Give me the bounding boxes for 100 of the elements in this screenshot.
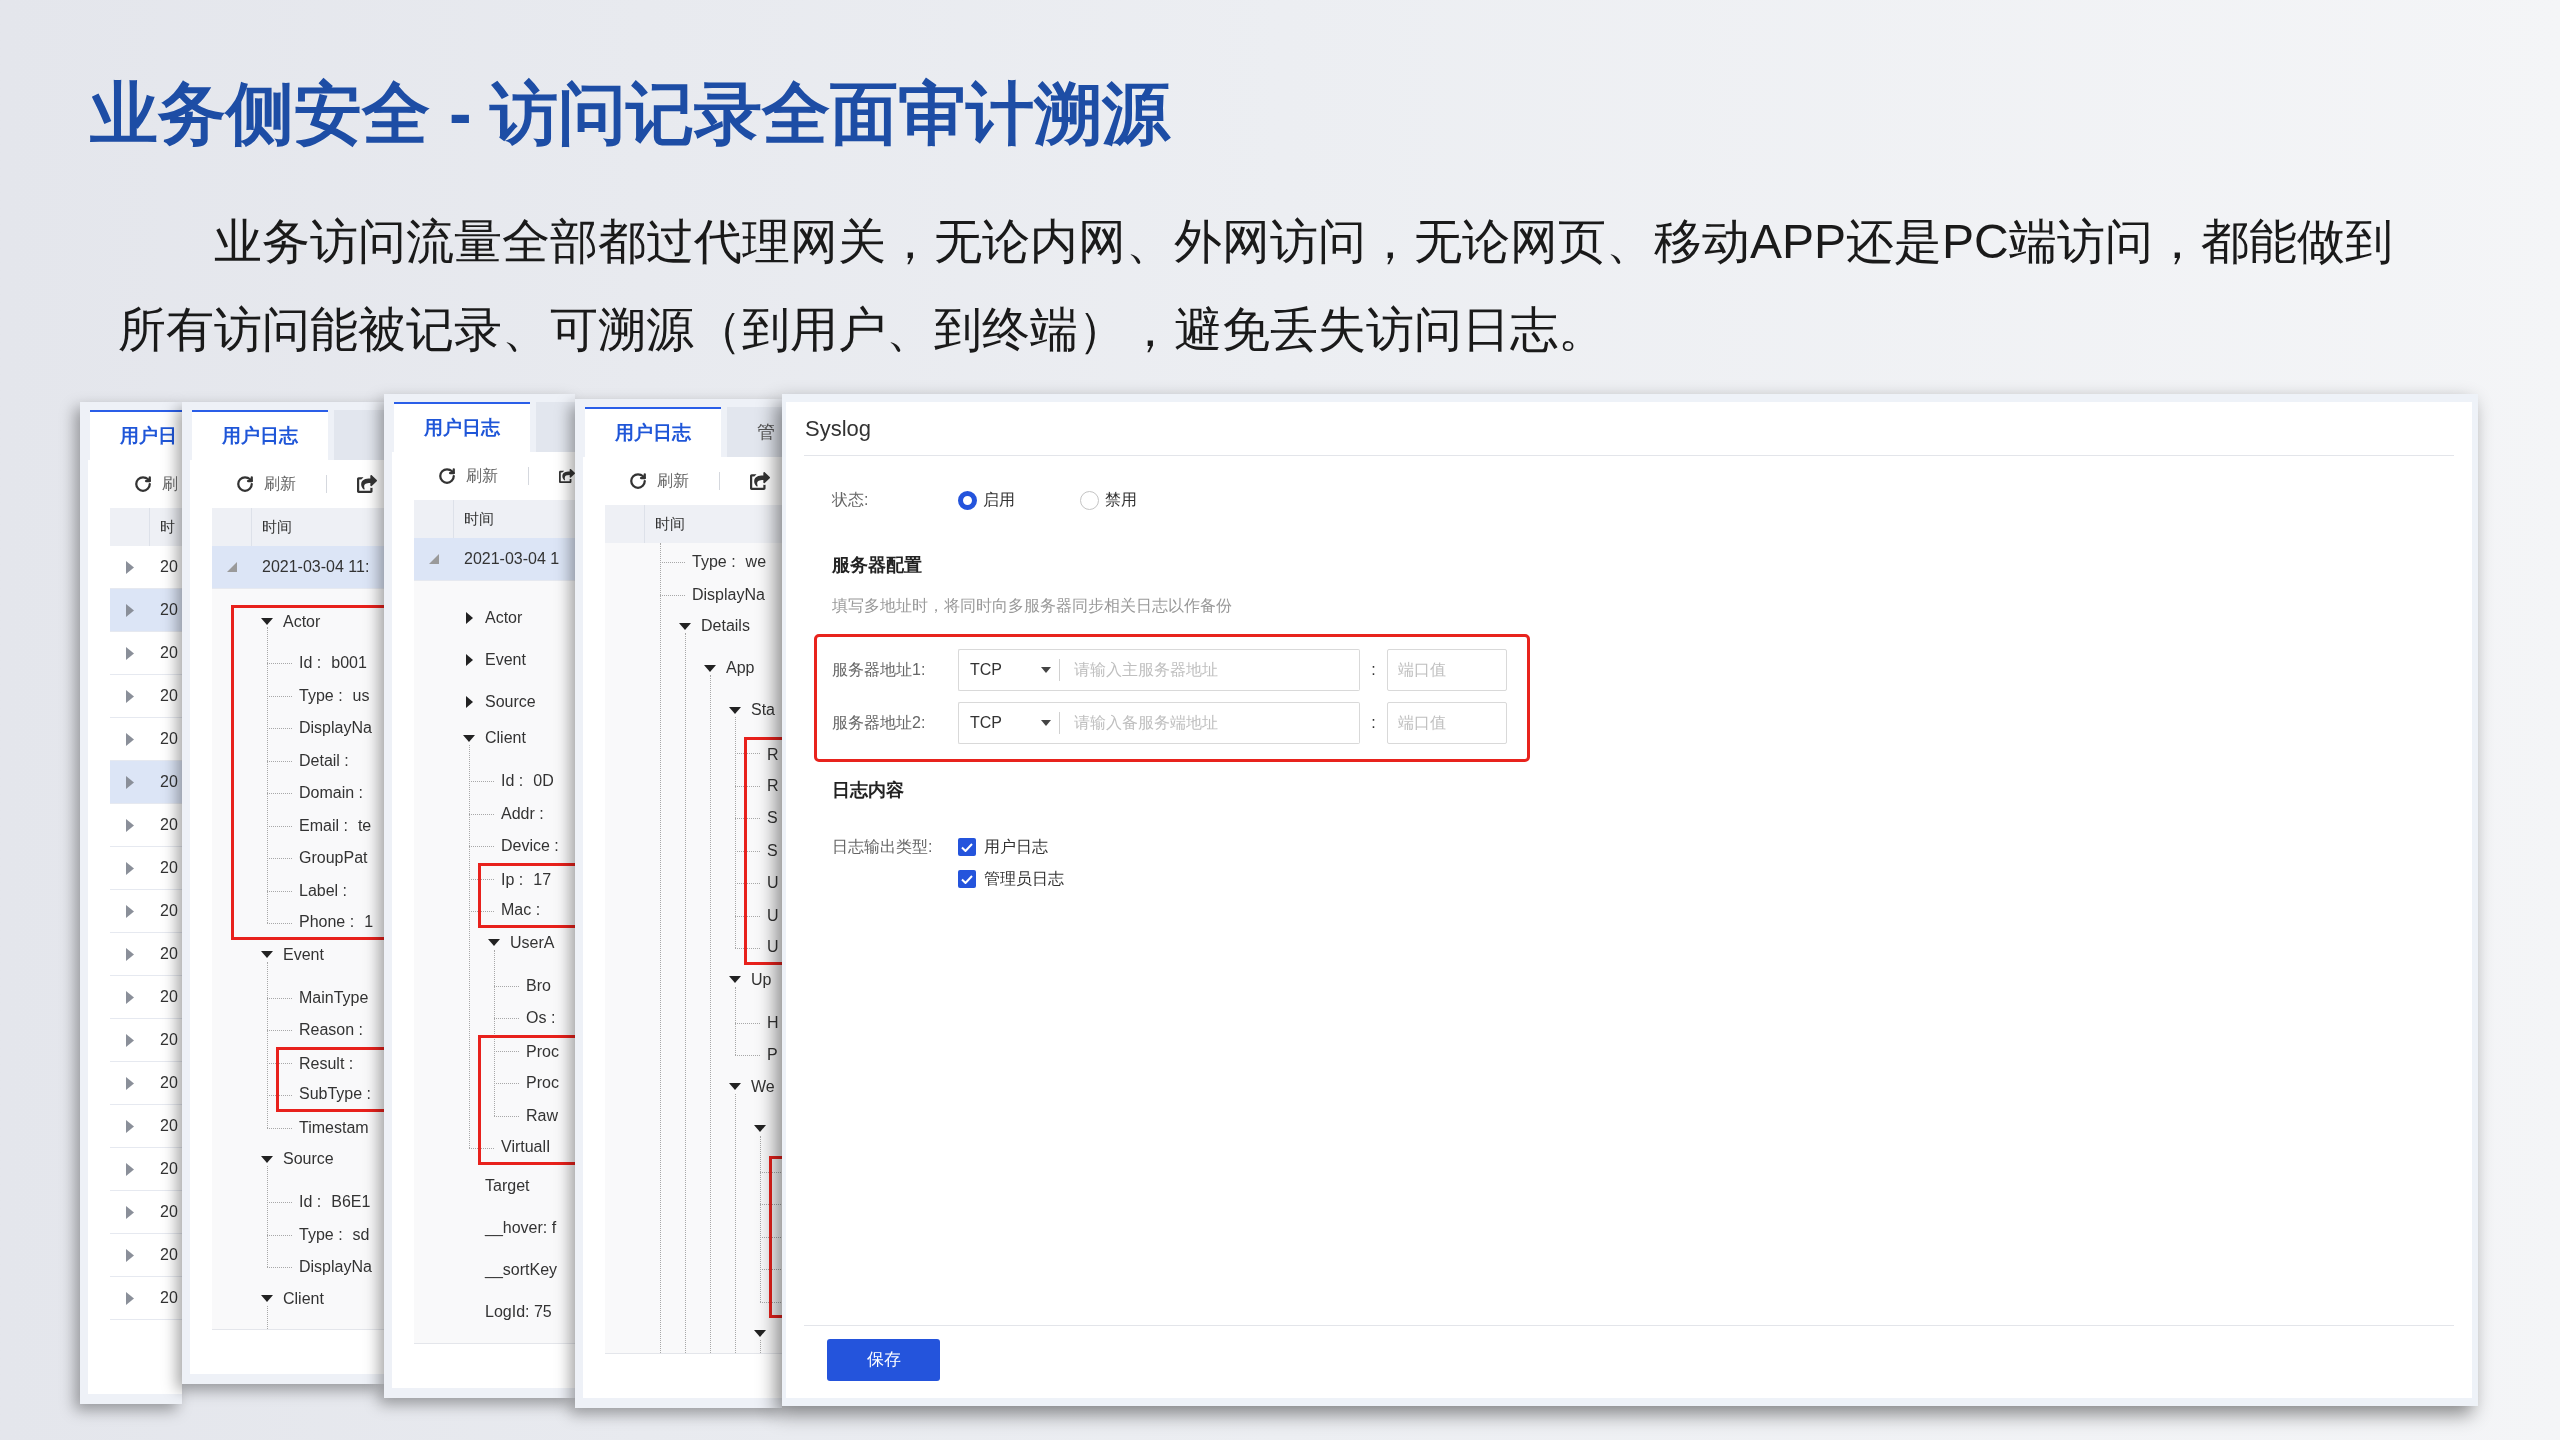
caret-down-icon[interactable] xyxy=(729,706,741,714)
tree-node-label[interactable]: Event xyxy=(485,648,526,672)
table-row[interactable]: 20 xyxy=(110,589,182,632)
save-button[interactable]: 保存 xyxy=(827,1339,940,1381)
tree-row[interactable]: Device : xyxy=(414,830,575,863)
tree-row[interactable]: Client xyxy=(414,723,575,765)
caret-down-icon[interactable] xyxy=(261,1155,273,1163)
tree-row[interactable]: Os : xyxy=(414,1002,575,1035)
tree-row[interactable]: Reason : xyxy=(212,1014,384,1047)
tree-node-label[interactable]: Up xyxy=(751,967,772,992)
tab[interactable]: 用户日 xyxy=(90,410,182,460)
caret-down-icon[interactable] xyxy=(754,1125,766,1132)
field-name: DisplayNa xyxy=(692,584,765,605)
tree-row[interactable]: Source xyxy=(212,1144,384,1186)
radio-button[interactable] xyxy=(1080,490,1099,510)
caret-right-icon[interactable] xyxy=(465,612,473,624)
radio-button[interactable] xyxy=(958,490,977,510)
table-row[interactable]: 20 xyxy=(110,761,182,804)
tree-node-label[interactable]: App xyxy=(726,656,755,680)
tab[interactable]: 用户日志 xyxy=(585,407,721,457)
checkbox[interactable] xyxy=(958,870,976,888)
caret-down-icon[interactable] xyxy=(754,1329,766,1337)
caret-down-icon[interactable] xyxy=(729,976,741,983)
time-cell-text: 2021-03-04 1 xyxy=(463,549,560,569)
field-name: Label : xyxy=(299,880,348,901)
tree-row[interactable]: Type : we xyxy=(605,546,782,579)
refresh-button[interactable]: 刷新 xyxy=(438,464,498,488)
tree-row[interactable]: Type : sd xyxy=(212,1218,384,1251)
tree-node-label[interactable]: Event xyxy=(283,942,324,967)
port-input[interactable]: 端口值 xyxy=(1387,649,1507,691)
tree-row[interactable]: Addr : xyxy=(414,797,575,830)
caret-down-icon[interactable] xyxy=(261,618,273,625)
tree-node-label[interactable]: Details xyxy=(701,614,750,638)
field-name: Raw xyxy=(526,1105,558,1126)
tree-row[interactable]: H xyxy=(605,1006,782,1039)
tree-row[interactable]: Bro xyxy=(414,969,575,1002)
caret-down-icon[interactable] xyxy=(463,734,475,742)
panel-title: Syslog xyxy=(804,415,872,443)
export-icon[interactable] xyxy=(559,466,575,486)
tree-node-label[interactable]: Source xyxy=(485,690,536,714)
tree-node-label[interactable]: Client xyxy=(283,1286,324,1311)
port-input[interactable]: 端口值 xyxy=(1387,702,1507,744)
tree-node-label[interactable]: We xyxy=(751,1074,775,1099)
tree-row[interactable]: DisplayNa xyxy=(605,578,782,611)
field-name: Proc xyxy=(526,1073,559,1094)
tree-row[interactable]: __sortKey xyxy=(414,1248,575,1291)
caret-down-icon[interactable] xyxy=(704,664,716,672)
caret-down-icon[interactable] xyxy=(679,622,691,630)
tree-node-label[interactable]: Sta xyxy=(751,698,775,722)
tree-row[interactable]: App xyxy=(605,653,782,695)
tree-row[interactable]: Up xyxy=(605,964,782,1007)
tree-row[interactable]: Details xyxy=(605,611,782,653)
tab[interactable]: 管 xyxy=(727,407,782,457)
tree-node-label[interactable]: Actor xyxy=(485,606,523,630)
tree-row[interactable]: Timestam xyxy=(212,1111,384,1144)
tree-node-label[interactable]: UserA xyxy=(510,930,555,955)
refresh-button[interactable]: 刷新 xyxy=(629,469,689,493)
export-icon[interactable] xyxy=(357,474,377,494)
radio-label: 启用 xyxy=(983,490,1015,510)
tree-row[interactable]: We xyxy=(605,1071,782,1114)
table-row[interactable]: 2021-03-04 1 xyxy=(414,538,575,581)
time-cell-text: 20 xyxy=(159,944,178,964)
export-icon[interactable] xyxy=(750,471,770,491)
tree-row[interactable]: LogId: 75 xyxy=(414,1290,575,1333)
time-cell-text: 20 xyxy=(159,772,178,792)
tree-row[interactable]: MainType xyxy=(212,981,384,1014)
tab[interactable]: 用户日志 xyxy=(192,410,328,460)
tree-row[interactable]: __hover: f xyxy=(414,1206,575,1249)
tree-row[interactable]: DisplayNa xyxy=(212,1251,384,1284)
caret-down-icon[interactable] xyxy=(488,939,500,946)
tree-row[interactable]: Source xyxy=(414,681,575,723)
expanded-triangle-icon[interactable] xyxy=(227,562,237,572)
tree-row[interactable]: Id : 0D xyxy=(414,765,575,798)
tree-row[interactable]: Event xyxy=(212,939,384,982)
tree-node-label[interactable]: Actor xyxy=(283,609,321,634)
checkbox[interactable] xyxy=(958,838,976,856)
tree-row[interactable]: Client xyxy=(212,1283,384,1314)
caret-right-icon[interactable] xyxy=(465,696,473,708)
tree-row[interactable]: P xyxy=(605,1039,782,1072)
caret-right-icon[interactable] xyxy=(465,654,473,666)
tree-row[interactable]: Actor xyxy=(414,597,575,639)
time-cell-text: 2021-03-04 11: xyxy=(261,557,370,577)
caret-down-icon[interactable] xyxy=(729,1083,741,1090)
refresh-button[interactable]: 刷 xyxy=(134,472,178,496)
slide-title: 业务侧安全 - 访问记录全面审计溯源 xyxy=(90,74,1172,153)
form-label: 服务器地址2: xyxy=(832,713,927,733)
tree-row[interactable]: Sta xyxy=(605,695,782,737)
tab[interactable]: 用户日志 xyxy=(394,402,530,452)
tree-row[interactable]: Event xyxy=(414,639,575,681)
caret-down-icon[interactable] xyxy=(261,951,273,958)
table-row[interactable]: 2021-03-04 11: xyxy=(212,546,384,589)
tree-row[interactable]: Target xyxy=(414,1164,575,1207)
caret-down-icon[interactable] xyxy=(261,1295,273,1302)
tree-row[interactable]: UserA xyxy=(414,927,575,970)
refresh-button[interactable]: 刷新 xyxy=(236,472,296,496)
tree-node-label[interactable]: Client xyxy=(485,726,526,750)
tree-row[interactable]: Id : B6E1 xyxy=(212,1186,384,1219)
tree-node-label[interactable]: Source xyxy=(283,1147,334,1171)
expanded-triangle-icon[interactable] xyxy=(429,554,439,564)
field-name: Type : xyxy=(299,1224,343,1245)
